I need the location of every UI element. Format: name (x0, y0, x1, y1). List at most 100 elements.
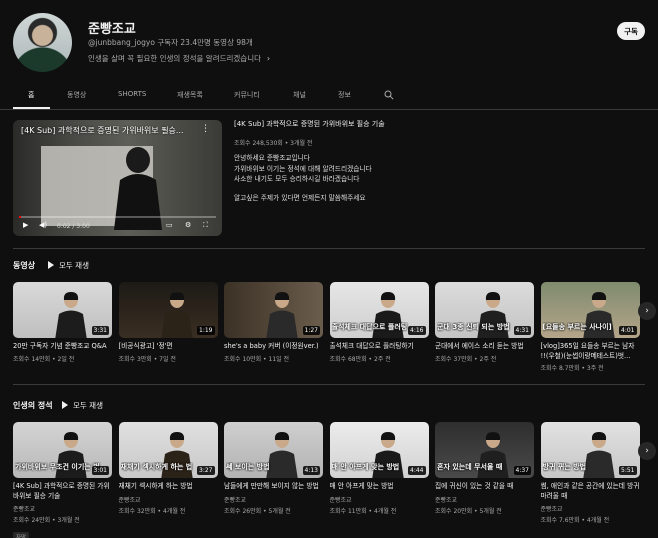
video-title[interactable]: 집에 귀신이 있는 것 같을 때 (435, 482, 534, 492)
channel-description-text: 인생을 살며 꼭 필요한 인생의 정석을 알려드리겠습니다 (88, 54, 262, 63)
presenter-figure (55, 292, 87, 338)
caption-badge: 자막 (13, 532, 30, 538)
video-duration: 4:31 (513, 326, 531, 335)
video-title[interactable]: 썸, 애인과 같은 공간에 있는데 방귀 마려울 때 (541, 482, 640, 501)
video-meta: 조회수 3만회 • 7일 전 (118, 355, 176, 363)
video-thumbnail[interactable]: 군대 3종 신뢰 되는 방법 4:31 (435, 282, 534, 338)
video-channel[interactable]: 준빵조교 (435, 495, 534, 504)
chevron-right-icon: › (267, 54, 271, 63)
video-duration: 1:27 (302, 326, 320, 335)
channel-tabs: 홈 동영상 SHORTS 재생목록 커뮤니티 채널 정보 (0, 84, 658, 110)
video-duration: 4:37 (513, 466, 531, 475)
channel-description[interactable]: 인생을 살며 꼭 필요한 인생의 정석을 알려드리겠습니다 › (88, 53, 270, 64)
video-duration: 4:16 (408, 326, 426, 335)
shelf-title-life-tips[interactable]: 인생의 정석 (13, 400, 53, 411)
channel-name: 준빵조교 (88, 22, 136, 37)
video-meta: 조회수 11만회 • 4개월 전 (329, 507, 397, 515)
video-card[interactable]: 1:19 [비공식광고] '정'편조회수 3만회 • 7일 전 (118, 282, 218, 363)
video-thumbnail[interactable]: 쎄 보이는 방법 4:13 (224, 422, 323, 478)
video-channel[interactable]: 준빵조교 (541, 504, 640, 513)
video-duration: 4:01 (619, 326, 637, 335)
presenter-figure (160, 292, 193, 338)
video-card[interactable]: 출석체크 대답으로 플러팅 4:16 출석체크 대답으로 플러팅하기 조회수 68만회… (329, 282, 429, 363)
play-all-button[interactable]: 모두 재생 (62, 400, 103, 411)
video-thumbnail[interactable]: 1:19 (118, 282, 218, 338)
volume-icon[interactable]: ◀) (39, 221, 47, 229)
video-thumbnail[interactable]: 방귀 뀌는 방법 5:51 (540, 422, 640, 478)
video-card[interactable]: 매 안 아프게 맞는 방법 4:44 매 안 아프게 맞는 방법준빵조교조회수 11… (329, 422, 429, 515)
video-duration: 4:44 (408, 466, 426, 475)
featured-video-player[interactable]: [4K Sub] 과학적으로 증명된 가위바위보 필승... ⋮ ▶ ◀) 0:… (13, 120, 222, 236)
video-channel[interactable]: 준빵조교 (119, 495, 218, 504)
video-meta: 조회수 7.6만회 • 4개월 전 (540, 517, 610, 524)
video-title[interactable]: [4K Sub] 과학적으로 증명된 가위바위보 필승 기술 (13, 482, 112, 501)
video-card[interactable]: 방귀 뀌는 방법 5:51 썸, 애인과 같은 공간에 있는데 방귀 마려울 때준빵… (540, 422, 640, 524)
presenter-figure (266, 292, 298, 338)
settings-icon[interactable]: ⚙ (185, 221, 191, 229)
video-thumbnail[interactable]: 1:27 (224, 282, 323, 338)
featured-overlay-title: [4K Sub] 과학적으로 증명된 가위바위보 필승... (21, 126, 184, 135)
video-title[interactable]: [비공식광고] '정'편 (119, 342, 218, 352)
tab-channels[interactable]: 채널 (293, 90, 306, 100)
video-card[interactable]: 3:31 20만 구독자 기념 준빵조교 Q&A 조회수 14만회 • 2일 전 (13, 282, 112, 363)
video-duration: 3:01 (91, 466, 109, 475)
video-thumbnail[interactable]: 매 안 아프게 맞는 방법 4:44 (329, 422, 429, 478)
video-title[interactable]: 출석체크 대답으로 플러팅하기 (330, 342, 429, 352)
video-thumbnail[interactable]: 재채기 섹시하게 하는 법 3:27 (118, 422, 218, 478)
video-duration: 4:13 (302, 466, 320, 475)
tab-community[interactable]: 커뮤니티 (234, 90, 260, 100)
featured-title[interactable]: [4K Sub] 과학적으로 증명된 가위바위보 필승 기술 (234, 119, 385, 129)
shelf-title-videos[interactable]: 동영상 (13, 260, 35, 271)
play-all-label: 모두 재생 (73, 401, 103, 410)
progress-fill (19, 216, 21, 218)
chevron-right-icon[interactable]: › (638, 442, 656, 460)
video-title[interactable]: 군대에서 에이스 소리 듣는 방법 (435, 342, 534, 352)
video-duration: 5:51 (619, 466, 637, 475)
subscribe-button[interactable]: 구독 (617, 22, 645, 40)
video-thumbnail[interactable]: 출석체크 대답으로 플러팅 4:16 (329, 282, 429, 338)
featured-description: 안녕하세요 준빵조교입니다 가위바위보 이기는 정석에 대해 알려드리겠습니다 … (234, 153, 372, 185)
play-all-button[interactable]: 모두 재생 (48, 260, 89, 271)
chevron-right-icon[interactable]: › (638, 302, 656, 320)
video-title[interactable]: 재채기 섹시하게 하는 방법 (119, 482, 218, 492)
video-title[interactable]: 20만 구독자 기념 준빵조교 Q&A (13, 342, 112, 352)
video-card[interactable]: 혼자 있는데 무서울 때 4:37 집에 귀신이 있는 것 같을 때 준빵조교 조회수 … (435, 422, 534, 515)
play-icon (48, 261, 54, 269)
video-card[interactable]: 군대 3종 신뢰 되는 방법 4:31 군대에서 에이스 소리 듣는 방법 조회수 3… (435, 282, 534, 363)
video-duration: 3:27 (197, 466, 215, 475)
video-thumbnail[interactable]: 가위바위보 무조건 이기는 법 3:01 (13, 422, 112, 478)
video-meta: 조회수 8.7만회 • 3주 전 (540, 365, 604, 372)
video-thumbnail[interactable]: [요들송 부르는 사나이] 4:01 (540, 282, 640, 338)
tab-active-underline (13, 107, 50, 109)
video-card[interactable]: 1:27 she's a baby 커버 (이정원ver.) 조회수 10만회 • … (224, 282, 323, 363)
video-title[interactable]: 매 안 아프게 맞는 방법 (330, 482, 429, 492)
channel-avatar[interactable] (13, 13, 72, 72)
subtitles-icon[interactable]: ▭ (166, 221, 173, 229)
video-title[interactable]: she's a baby 커버 (이정원ver.) (224, 342, 323, 352)
search-icon[interactable] (384, 90, 394, 100)
play-icon[interactable]: ▶ (23, 221, 28, 229)
video-card[interactable]: 쎄 보이는 방법 4:13 남들에게 만만해 보이지 않는 방법 준빵조교 조회수 26… (224, 422, 323, 515)
play-icon (62, 401, 68, 409)
video-card[interactable]: 재채기 섹시하게 하는 법 3:27 재채기 섹시하게 하는 방법 준빵조교 조회수 3… (118, 422, 218, 515)
video-title[interactable]: 남들에게 만만해 보이지 않는 방법 (224, 482, 323, 492)
tab-shorts[interactable]: SHORTS (118, 90, 146, 98)
tab-home[interactable]: 홈 (28, 90, 34, 100)
more-vert-icon[interactable]: ⋮ (201, 124, 210, 134)
video-card[interactable]: 가위바위보 무조건 이기는 법 3:01 [4K Sub] 과학적으로 증명된 가위… (13, 422, 112, 538)
progress-bar[interactable] (19, 216, 216, 218)
tab-about[interactable]: 정보 (338, 90, 351, 100)
video-thumbnail[interactable]: 3:31 (13, 282, 112, 338)
video-channel[interactable]: 준빵조교 (330, 495, 429, 504)
video-meta: 조회수 10만회 • 11일 전 (224, 355, 290, 363)
fullscreen-icon[interactable]: ⛶ (203, 221, 208, 230)
tab-videos[interactable]: 동영상 (67, 90, 86, 100)
video-card[interactable]: [요들송 부르는 사나이] 4:01 [vlog]365일 요들송 부르는 남자 !… (540, 282, 640, 372)
video-title[interactable]: [vlog]365일 요들송 부르는 남자 !!(우철)(눈썹이랑메테스트)벗.… (541, 342, 640, 361)
video-duration: 3:31 (91, 326, 109, 335)
video-channel[interactable]: 준빵조교 (224, 495, 323, 504)
tab-playlists[interactable]: 재생목록 (177, 90, 203, 100)
video-channel[interactable]: 준빵조교 (13, 504, 112, 513)
featured-description-line: 사소한 내기도 모두 승리하시길 바라겠습니다 (234, 175, 360, 183)
video-thumbnail[interactable]: 혼자 있는데 무서울 때 4:37 (435, 422, 534, 478)
